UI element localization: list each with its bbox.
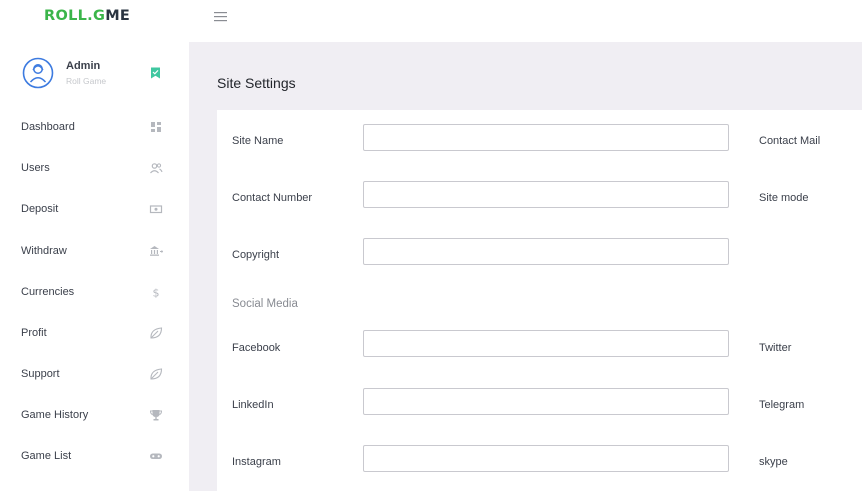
sidebar-item-game-list[interactable]: Game List (0, 441, 189, 471)
logo-text-part2: ME (105, 8, 131, 24)
site-mode-label: Site mode (759, 192, 809, 204)
logo-text-part1: ROLL.G (44, 8, 106, 24)
sidebar-item-label: Profit (21, 327, 47, 339)
social-media-heading: Social Media (232, 298, 298, 310)
facebook-input[interactable] (363, 330, 729, 357)
sidebar-item-label: Deposit (21, 203, 59, 215)
leaf-icon (150, 368, 163, 380)
dashboard-icon (151, 122, 161, 132)
profile-name: Admin (66, 60, 101, 72)
linkedin-label: LinkedIn (232, 399, 274, 411)
sidebar-item-currencies[interactable]: Currencies $ (0, 277, 189, 307)
contact-number-input[interactable] (363, 181, 729, 208)
site-name-input[interactable] (363, 124, 729, 151)
sidebar-item-label: Support (21, 368, 60, 380)
instagram-label: Instagram (232, 456, 281, 468)
svg-text:$: $ (153, 287, 160, 300)
telegram-label: Telegram (759, 399, 805, 411)
sidebar-item-dashboard[interactable]: Dashboard (0, 112, 189, 142)
gamepad-icon (150, 453, 162, 459)
sidebar-item-label: Users (21, 162, 50, 174)
sidebar-item-label: Dashboard (21, 121, 75, 133)
sidebar-item-game-history[interactable]: Game History (0, 400, 189, 430)
copyright-input[interactable] (363, 238, 729, 265)
users-icon (150, 163, 163, 174)
site-name-label: Site Name (232, 135, 284, 147)
dollar-icon: $ (153, 287, 160, 300)
instagram-input[interactable] (363, 445, 729, 472)
sidebar-item-label: Withdraw (21, 245, 67, 257)
copyright-label: Copyright (232, 249, 280, 261)
facebook-label: Facebook (232, 342, 281, 354)
sidebar-item-profit[interactable]: Profit (0, 318, 189, 348)
sidebar-item-withdraw[interactable]: Withdraw (0, 236, 189, 266)
logo[interactable]: ROLL.GME (44, 8, 130, 24)
top-bar (189, 0, 862, 42)
contact-mail-label: Contact Mail (759, 135, 821, 147)
skype-label: skype (759, 456, 788, 468)
verified-badge-icon[interactable] (150, 67, 161, 79)
bank-icon (150, 246, 163, 256)
sidebar-item-support[interactable]: Support (0, 359, 189, 389)
sidebar-item-deposit[interactable]: Deposit (0, 194, 189, 224)
sidebar-item-label: Game History (21, 409, 89, 421)
trophy-icon (149, 410, 163, 421)
hamburger-menu-icon[interactable] (213, 10, 229, 24)
page-title: Site Settings (217, 75, 296, 91)
profile-block: Admin Roll Game (0, 52, 189, 98)
contact-number-label: Contact Number (232, 192, 313, 204)
sidebar-item-label: Currencies (21, 286, 75, 298)
leaf-icon (150, 327, 163, 339)
profile-subtitle: Roll Game (66, 76, 107, 86)
money-icon (149, 205, 163, 214)
twitter-label: Twitter (759, 342, 792, 354)
sidebar-item-label: Game List (21, 450, 72, 462)
avatar-icon (22, 57, 54, 89)
settings-form-card: Site Name Contact Mail Contact Number Si… (217, 110, 862, 491)
main-content: Site Settings Site Name Contact Mail Con… (189, 42, 862, 491)
sidebar: ROLL.GME Admin Roll Game Dashboard Users (0, 0, 189, 491)
linkedin-input[interactable] (363, 388, 729, 415)
sidebar-item-users[interactable]: Users (0, 153, 189, 183)
